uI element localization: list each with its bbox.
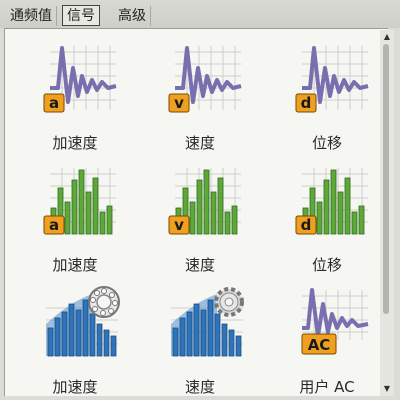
badge-text: d	[301, 94, 312, 112]
item-spectrum-velocity[interactable]: v 速度	[145, 162, 255, 274]
item-waveform-velocity[interactable]: v 速度	[145, 40, 255, 152]
vertical-scrollbar[interactable]: ▲ ▼	[380, 30, 394, 396]
item-waveform-displacement[interactable]: d 位移	[272, 40, 382, 152]
tab-bar: 通频值 信号 高级	[0, 0, 400, 28]
tab-signal[interactable]: 信号	[62, 5, 100, 26]
tab-advanced[interactable]: 高级	[114, 6, 151, 26]
item-waveform-acceleration[interactable]: a 加速度	[20, 40, 130, 152]
badge-text: a	[49, 216, 59, 234]
bearing-icon	[88, 286, 120, 318]
badge-text: AC	[308, 336, 331, 354]
badge-text: d	[301, 216, 312, 234]
item-label: 用户 AC	[299, 378, 355, 396]
spectrum-icon: d	[295, 168, 368, 235]
spectrum-icon: v	[168, 168, 241, 235]
item-bearing-spectrum-acceleration[interactable]: 加速度	[20, 284, 130, 396]
badge-text: v	[174, 94, 184, 112]
badge-text: a	[49, 94, 59, 112]
item-spectrum-displacement[interactable]: d 位移	[272, 162, 382, 274]
waveform-icon: a	[43, 46, 117, 113]
item-label: 加速度	[52, 256, 98, 274]
gear-spectrum-icon	[171, 287, 244, 357]
spectrum-icon: a	[43, 168, 116, 235]
badge-text: v	[174, 216, 184, 234]
item-label: 加速度	[52, 378, 98, 396]
item-label: 位移	[311, 134, 342, 152]
item-waveform-user-ac[interactable]: AC 用户 AC	[272, 284, 382, 396]
bearing-spectrum-icon	[46, 286, 120, 357]
scroll-down-arrow-icon[interactable]: ▼	[380, 384, 394, 394]
item-label: 速度	[184, 378, 215, 396]
item-spectrum-acceleration[interactable]: a 加速度	[20, 162, 130, 274]
item-label: 速度	[184, 134, 215, 152]
scroll-thumb[interactable]	[383, 44, 389, 314]
waveform-icon: d	[295, 46, 369, 113]
item-gear-spectrum-velocity[interactable]: 速度	[145, 284, 255, 396]
item-label: 速度	[184, 256, 215, 274]
gear-icon	[214, 287, 244, 317]
waveform-icon: AC	[301, 288, 369, 355]
waveform-icon: v	[168, 46, 242, 113]
scroll-up-arrow-icon[interactable]: ▲	[380, 32, 394, 42]
item-label: 加速度	[52, 134, 98, 152]
tab-overall-value[interactable]: 通频值	[6, 6, 57, 26]
item-label: 位移	[311, 256, 342, 274]
